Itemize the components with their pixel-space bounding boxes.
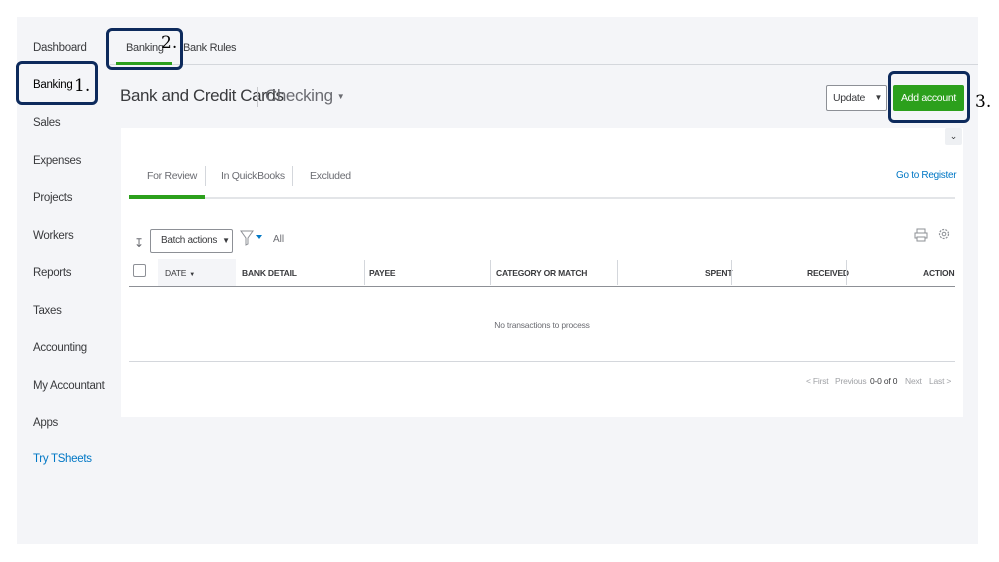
- sort-arrow-icon[interactable]: ↧: [134, 236, 144, 250]
- date-header-label: DATE: [165, 268, 187, 278]
- subtabs-divider: [110, 64, 978, 65]
- tab-in-quickbooks[interactable]: In QuickBooks: [221, 170, 285, 182]
- sort-caret-icon: ▼: [189, 272, 195, 278]
- column-divider: [490, 260, 491, 285]
- annotation-number-3: 3.: [975, 92, 992, 112]
- tab-divider: [292, 166, 293, 186]
- caret-down-icon: ▼: [222, 236, 230, 245]
- table-bottom-divider: [129, 361, 955, 362]
- sidebar-item-expenses[interactable]: Expenses: [33, 155, 81, 167]
- tab-for-review[interactable]: For Review: [147, 170, 197, 182]
- pager-last[interactable]: Last >: [929, 376, 951, 386]
- column-divider: [364, 260, 365, 285]
- tab-divider: [205, 166, 206, 186]
- column-header-payee[interactable]: PAYEE: [369, 268, 396, 278]
- column-header-bank-detail[interactable]: BANK DETAIL: [242, 268, 297, 278]
- batch-actions-label: Batch actions: [161, 235, 218, 246]
- sidebar-item-try-tsheets[interactable]: Try TSheets: [33, 453, 92, 465]
- review-tabs-divider: [129, 197, 955, 199]
- column-header-category[interactable]: CATEGORY OR MATCH: [496, 268, 587, 278]
- column-header-spent[interactable]: SPENT: [705, 268, 733, 278]
- sidebar-item-apps[interactable]: Apps: [33, 417, 58, 429]
- print-icon[interactable]: [914, 228, 928, 247]
- sidebar-item-workers[interactable]: Workers: [33, 230, 74, 242]
- update-dropdown-button[interactable]: ▼: [871, 85, 887, 111]
- go-to-register-link[interactable]: Go to Register: [896, 170, 957, 181]
- sidebar-item-sales[interactable]: Sales: [33, 117, 61, 129]
- pager-next[interactable]: Next: [905, 376, 922, 386]
- column-header-received[interactable]: RECEIVED: [807, 268, 849, 278]
- batch-actions-button[interactable]: Batch actions ▼: [150, 229, 233, 253]
- pager-count: 0-0 of 0: [870, 376, 898, 386]
- update-button[interactable]: Update: [826, 85, 872, 111]
- sidebar-item-my-accountant[interactable]: My Accountant: [33, 380, 105, 392]
- column-header-action: ACTION: [923, 268, 955, 278]
- column-divider: [846, 260, 847, 285]
- column-divider: [731, 260, 732, 285]
- select-all-checkbox[interactable]: [133, 264, 146, 277]
- sidebar-item-reports[interactable]: Reports: [33, 267, 71, 279]
- caret-down-icon: ▼: [336, 92, 345, 102]
- annotation-number-1: 1.: [74, 76, 91, 96]
- filter-button[interactable]: [240, 229, 268, 252]
- title-divider: [257, 87, 258, 107]
- tab-excluded[interactable]: Excluded: [310, 170, 351, 182]
- filter-value: All: [273, 234, 285, 245]
- page-title: Bank and Credit Cards: [120, 86, 284, 105]
- annotation-number-2: 2.: [161, 33, 178, 53]
- sidebar-item-taxes[interactable]: Taxes: [33, 305, 62, 317]
- sidebar-item-dashboard[interactable]: Dashboard: [33, 42, 87, 54]
- empty-state-message: No transactions to process: [494, 320, 590, 330]
- gear-icon[interactable]: [937, 227, 951, 246]
- tab-bank-rules[interactable]: Bank Rules: [183, 42, 237, 54]
- chevron-down-icon: ⌄: [949, 131, 958, 141]
- sidebar-item-accounting[interactable]: Accounting: [33, 342, 87, 354]
- table-header-divider: [129, 286, 955, 287]
- caret-down-icon: ▼: [874, 93, 883, 102]
- highlight-box-add-account: [888, 71, 970, 123]
- collapse-button[interactable]: ⌄: [945, 128, 962, 145]
- column-header-date[interactable]: DATE ▼: [165, 268, 195, 278]
- filter-icon: [240, 230, 262, 246]
- pager-previous[interactable]: Previous: [835, 376, 867, 386]
- active-review-tab-indicator: [129, 195, 205, 199]
- column-divider: [617, 260, 618, 285]
- pager-first[interactable]: < First: [806, 376, 829, 386]
- account-selector[interactable]: Checking ▼: [265, 86, 345, 106]
- sidebar-item-projects[interactable]: Projects: [33, 192, 72, 204]
- account-name: Checking: [265, 86, 333, 105]
